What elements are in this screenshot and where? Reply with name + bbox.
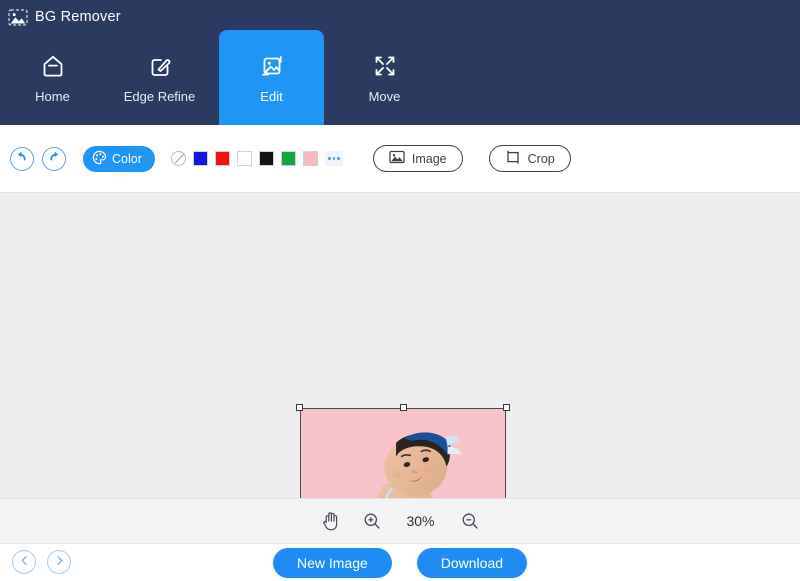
image-button-label: Image: [411, 151, 447, 166]
zoom-out-icon[interactable]: [461, 512, 479, 530]
redo-arrow-icon: [47, 149, 61, 168]
ellipsis-icon-dot: [337, 157, 340, 160]
image-button[interactable]: Image: [372, 145, 463, 172]
crop-button-label: Crop: [527, 151, 555, 166]
resize-handle-n[interactable]: [399, 404, 407, 411]
ellipsis-icon-dot: [328, 157, 331, 160]
swatch-blue[interactable]: [192, 151, 208, 166]
ellipsis-icon-dot: [332, 157, 336, 160]
palette-icon: [92, 150, 107, 168]
crop-button[interactable]: Crop: [488, 145, 571, 172]
undo-button[interactable]: [10, 146, 34, 171]
nav-item-home[interactable]: Home: [0, 30, 105, 125]
edit-toolbar: Color Image Crop: [0, 125, 800, 193]
app-footer: New Image Download: [0, 544, 800, 581]
nav-item-edit[interactable]: Edit: [219, 30, 324, 125]
more-colors-button[interactable]: [324, 151, 343, 166]
nav-item-edge-refine[interactable]: Edge Refine: [107, 30, 212, 125]
swatch-pink[interactable]: [302, 151, 318, 166]
main-nav: Home Edge Refine Edit Move: [0, 30, 800, 125]
image-edit-icon: [258, 52, 286, 80]
move-arrows-icon: [371, 52, 399, 80]
image-placeholder-icon: [8, 8, 28, 26]
editor-canvas[interactable]: [0, 193, 800, 498]
edited-photo[interactable]: [300, 408, 506, 498]
nav-label-edge-refine: Edge Refine: [123, 88, 196, 104]
nav-label-home: Home: [35, 88, 70, 104]
swatch-black[interactable]: [258, 151, 274, 166]
undo-arrow-icon: [15, 149, 29, 168]
picture-icon: [389, 150, 405, 167]
brand: BG Remover: [8, 6, 121, 28]
image-selection-frame[interactable]: [296, 404, 510, 498]
nav-label-edit: Edit: [260, 88, 283, 104]
redo-button[interactable]: [42, 146, 66, 171]
nav-item-move[interactable]: Move: [332, 30, 437, 125]
app-header: BG Remover Home Edge Refine Edit Move: [0, 0, 800, 125]
zoom-in-icon[interactable]: [363, 512, 381, 530]
resize-handle-nw[interactable]: [296, 404, 303, 411]
hand-tool-icon[interactable]: [322, 511, 340, 531]
nav-label-move: Move: [368, 88, 401, 104]
pen-square-icon: [146, 52, 174, 80]
color-button[interactable]: Color: [83, 145, 155, 172]
footer-actions: New Image Download: [0, 544, 800, 581]
home-icon: [39, 52, 67, 80]
color-swatch-list: [170, 151, 343, 166]
photo-subject: [377, 432, 462, 498]
crop-icon: [505, 150, 521, 168]
swatch-green[interactable]: [280, 151, 296, 166]
color-button-label: Color: [112, 151, 142, 166]
zoom-level[interactable]: 30%: [404, 513, 438, 529]
download-button[interactable]: Download: [416, 547, 528, 578]
bg-remover-app: BG Remover Home Edge Refine Edit Move Co…: [0, 0, 800, 581]
swatch-white[interactable]: [236, 151, 252, 166]
new-image-button[interactable]: New Image: [272, 547, 392, 578]
swatch-transparent[interactable]: [170, 151, 186, 166]
zoom-toolbar: 30%: [0, 498, 800, 544]
app-title: BG Remover: [35, 9, 121, 25]
resize-handle-ne[interactable]: [503, 404, 510, 411]
swatch-red[interactable]: [214, 151, 230, 166]
